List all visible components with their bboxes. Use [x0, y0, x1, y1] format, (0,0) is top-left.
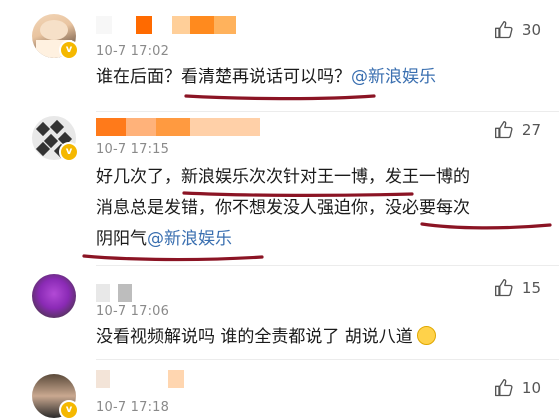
redaction-block [96, 284, 110, 302]
verified-badge-icon: v [59, 40, 79, 60]
comment-time: 10-7 17:15 [96, 142, 170, 157]
redaction-block [96, 16, 112, 34]
comment-text: 好几次了，新浪娱乐次次针对王一博，发王一博的 消息总是发错，你不想发没人强迫你，… [96, 162, 529, 255]
like-button[interactable]: 15 [494, 278, 541, 298]
comment-item: v 10-7 17:15 27 好几次了，新浪娱乐次次针对王一博，发王一博的 消… [0, 112, 559, 266]
like-count: 10 [521, 379, 541, 397]
thumbs-up-icon [494, 379, 513, 397]
comment-text: 没看视频解说吗 谁的全责都说了 胡说八道 [96, 322, 529, 353]
thumbs-up-icon [494, 279, 513, 297]
like-button[interactable]: 10 [494, 378, 541, 398]
comment-time: 10-7 17:06 [96, 304, 170, 319]
comment-time: 10-7 17:02 [96, 44, 170, 59]
annotation-underline [420, 222, 552, 230]
annotation-underline [182, 191, 414, 197]
thumbs-up-icon [494, 21, 513, 39]
comment-body: 没看视频解说吗 谁的全责都说了 胡说八道 [96, 327, 413, 347]
thumbs-up-icon [494, 121, 513, 139]
annotation-underline [184, 94, 376, 101]
comment-item: 10-7 17:06 15 没看视频解说吗 谁的全责都说了 胡说八道 [0, 266, 559, 360]
redacted-username [96, 284, 156, 302]
avatar[interactable]: v [32, 14, 79, 60]
redaction-block [118, 284, 132, 302]
redacted-username [96, 370, 206, 388]
like-count: 27 [521, 121, 541, 139]
shushing-face-emoji-icon [416, 326, 436, 345]
avatar[interactable]: v [32, 116, 79, 162]
redaction-block [96, 370, 110, 388]
mention-link[interactable]: @新浪娱乐 [351, 67, 436, 87]
comment-time: 10-7 17:18 [96, 400, 170, 415]
comment-body: 谁在后面？看清楚再说话可以吗？ [96, 67, 351, 87]
redacted-username [96, 118, 266, 136]
comment-item: v 10-7 17:18 10 [0, 360, 559, 420]
like-button[interactable]: 27 [494, 120, 541, 140]
avatar[interactable]: v [32, 374, 79, 420]
avatar[interactable] [32, 274, 76, 318]
redaction-block [190, 118, 260, 136]
like-button[interactable]: 30 [494, 20, 541, 40]
redaction-block [126, 118, 156, 136]
redaction-block [172, 16, 190, 34]
redaction-block [214, 16, 236, 34]
redacted-username [96, 16, 256, 34]
redaction-block [96, 118, 126, 136]
redaction-block [168, 370, 184, 388]
redaction-block [136, 16, 152, 34]
verified-badge-icon: v [59, 400, 79, 420]
verified-badge-icon: v [59, 142, 79, 162]
like-count: 30 [521, 21, 541, 39]
comment-item: v 10-7 17:02 30 谁在后面？看清楚再说话可以吗？@新浪娱乐 [0, 0, 559, 112]
redaction-block [190, 16, 214, 34]
redaction-block [156, 118, 190, 136]
like-count: 15 [521, 279, 541, 297]
